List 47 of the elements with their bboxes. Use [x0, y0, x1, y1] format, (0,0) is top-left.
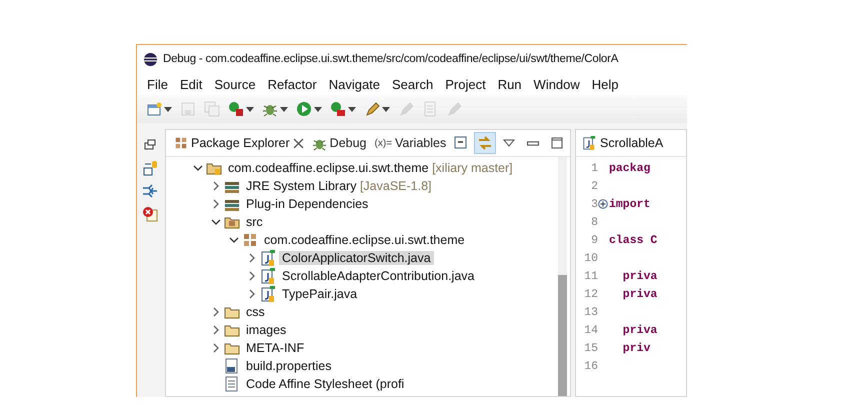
line-number: 2 — [590, 180, 598, 192]
menu-item[interactable]: Window — [528, 76, 586, 92]
line-number: 12 — [583, 288, 598, 300]
line-number: 11 — [583, 270, 598, 282]
line-number: 10 — [583, 252, 598, 264]
tree-item[interactable]: Code Affine Stylesheet (profi — [243, 377, 408, 391]
menu-item[interactable]: Run — [492, 76, 528, 92]
tree-item[interactable]: JRE System Library [JavaSE-1.8] — [243, 179, 435, 193]
tree-item[interactable]: src — [243, 215, 266, 229]
code-line: class C — [609, 234, 658, 246]
code-line: priva — [622, 270, 658, 282]
code-line: priva — [622, 288, 658, 300]
window-title: Debug - com.codeaffine.eclipse.ui.swt.theme/src/com/codeaffine/eclipse/ui/swt/theme/ColorA — [163, 53, 618, 65]
menu-item[interactable]: Edit — [174, 76, 208, 92]
menu-item[interactable]: Search — [386, 76, 440, 92]
code-line: priva — [622, 324, 658, 336]
code-line: packag — [609, 162, 650, 174]
tree-item[interactable]: ScrollableAdapterContribution.java — [279, 269, 478, 283]
variables-icon: (x)= — [374, 138, 392, 148]
line-number: 1 — [590, 162, 598, 174]
code-line: import — [609, 198, 650, 210]
line-number: 15 — [583, 342, 598, 354]
view-tab[interactable]: (x)= Variables — [370, 131, 450, 155]
tree-item[interactable]: Plug-in Dependencies — [243, 197, 372, 211]
tree-item[interactable]: ColorApplicatorSwitch.java — [279, 251, 434, 265]
line-number: 3 — [590, 198, 598, 210]
tree-item[interactable]: com.codeaffine.eclipse.ui.swt.theme — [261, 233, 468, 247]
line-number: 14 — [583, 324, 598, 336]
line-number: 9 — [590, 234, 598, 246]
editor-tab[interactable]: ScrollableA — [576, 130, 686, 157]
tree-item[interactable]: com.codeaffine.eclipse.ui.swt.theme [xiliary master] — [225, 161, 516, 175]
view-tab[interactable]: Debug — [308, 131, 371, 155]
menu-item[interactable]: File — [141, 76, 174, 92]
menu-item[interactable]: Help — [586, 76, 625, 92]
tree-item[interactable]: TypePair.java — [279, 287, 360, 301]
tree-item[interactable]: META-INF — [243, 341, 308, 355]
tree-item[interactable]: build.properties — [243, 359, 334, 373]
code-line: priv — [622, 342, 650, 354]
line-number: 8 — [590, 216, 598, 228]
menu-item[interactable]: Source — [208, 76, 262, 92]
tree-item[interactable]: css — [243, 305, 268, 319]
line-number: 16 — [583, 360, 598, 372]
menu-item[interactable]: Project — [439, 76, 492, 92]
menu-item[interactable]: Refactor — [262, 76, 323, 92]
menu-item[interactable]: Navigate — [322, 76, 386, 92]
tree-item[interactable]: images — [243, 323, 290, 337]
line-number: 13 — [583, 306, 598, 318]
